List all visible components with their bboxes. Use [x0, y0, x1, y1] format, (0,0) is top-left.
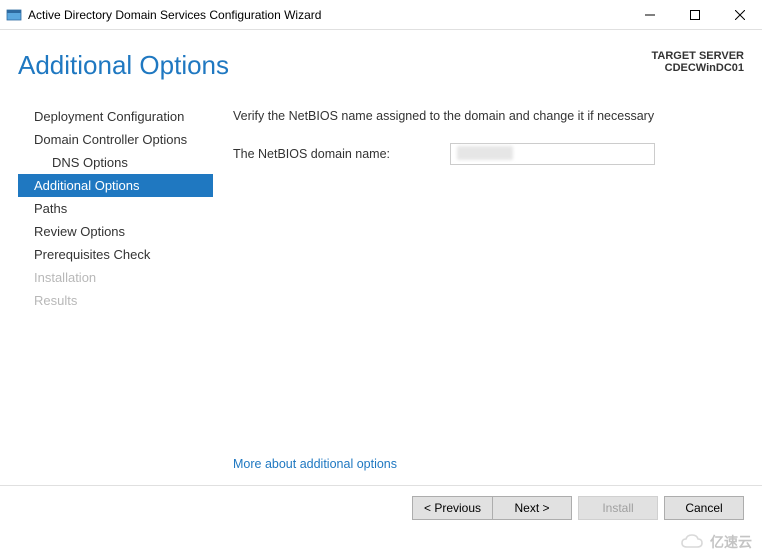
sidebar-item-dns-options[interactable]: DNS Options [18, 151, 213, 174]
sidebar: Deployment Configuration Domain Controll… [18, 95, 213, 485]
netbios-label: The NetBIOS domain name: [233, 147, 390, 161]
sidebar-item-deployment-configuration[interactable]: Deployment Configuration [18, 105, 213, 128]
target-server-block: TARGET SERVER CDECWinDC01 [652, 50, 745, 74]
install-button[interactable]: Install [578, 496, 658, 520]
sidebar-item-additional-options[interactable]: Additional Options [18, 174, 213, 197]
sidebar-item-results: Results [18, 289, 213, 312]
title-bar: Active Directory Domain Services Configu… [0, 0, 762, 30]
window-controls [627, 0, 762, 29]
sidebar-item-prerequisites-check[interactable]: Prerequisites Check [18, 243, 213, 266]
page-title: Additional Options [18, 50, 652, 81]
close-button[interactable] [717, 0, 762, 29]
target-server-label: TARGET SERVER [652, 50, 745, 62]
wizard-header: Additional Options TARGET SERVER CDECWin… [0, 30, 762, 95]
netbios-input[interactable] [450, 143, 655, 165]
more-about-link[interactable]: More about additional options [233, 457, 722, 471]
watermark: 亿速云 [680, 532, 752, 552]
instruction-text: Verify the NetBIOS name assigned to the … [233, 109, 722, 123]
sidebar-item-installation: Installation [18, 266, 213, 289]
netbios-value [457, 146, 513, 160]
wizard-footer: < Previous Next > Install Cancel [0, 485, 762, 529]
minimize-button[interactable] [627, 0, 672, 29]
sidebar-item-review-options[interactable]: Review Options [18, 220, 213, 243]
main-panel: Verify the NetBIOS name assigned to the … [213, 95, 762, 485]
target-server-value: CDECWinDC01 [652, 62, 745, 74]
wizard-body: Deployment Configuration Domain Controll… [0, 95, 762, 485]
maximize-button[interactable] [672, 0, 717, 29]
next-button[interactable]: Next > [492, 496, 572, 520]
netbios-row: The NetBIOS domain name: [233, 143, 722, 165]
window-title: Active Directory Domain Services Configu… [28, 8, 627, 22]
sidebar-item-domain-controller-options[interactable]: Domain Controller Options [18, 128, 213, 151]
sidebar-item-paths[interactable]: Paths [18, 197, 213, 220]
app-icon [6, 7, 22, 23]
cloud-icon [680, 533, 706, 551]
previous-button[interactable]: < Previous [412, 496, 492, 520]
watermark-text: 亿速云 [710, 532, 752, 552]
cancel-button[interactable]: Cancel [664, 496, 744, 520]
nav-button-group: < Previous Next > [412, 496, 572, 520]
